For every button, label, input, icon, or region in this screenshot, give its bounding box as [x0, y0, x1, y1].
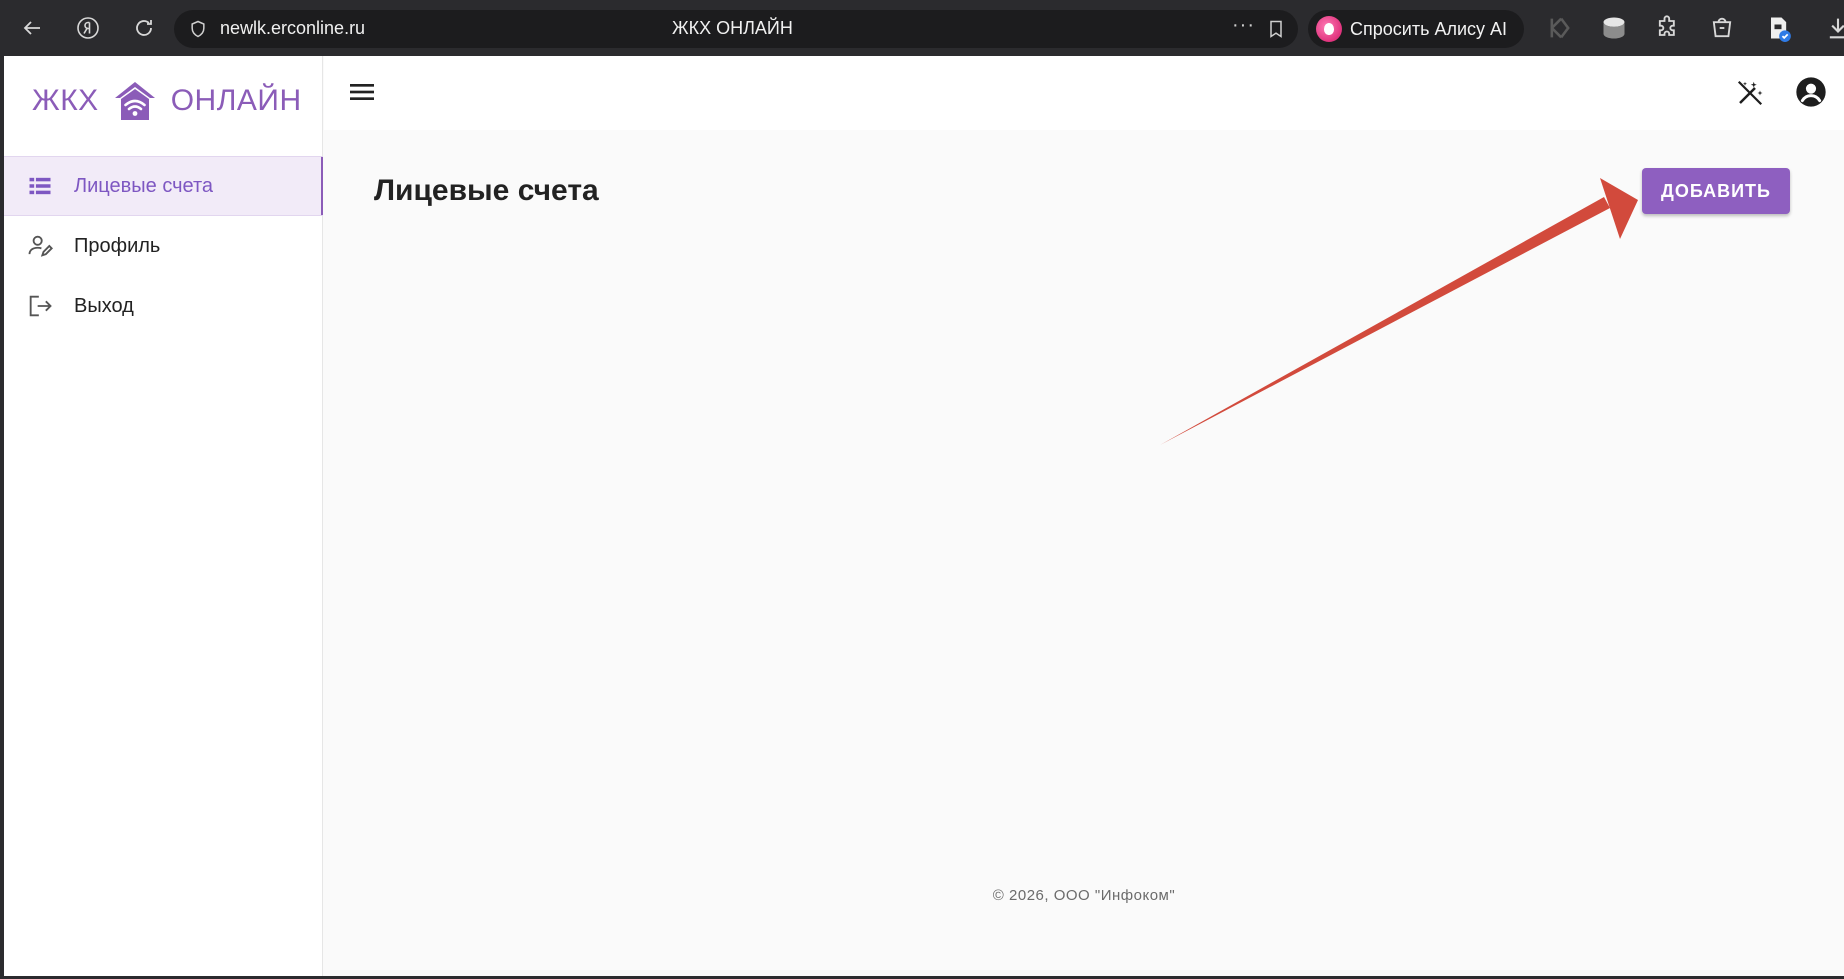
address-bar[interactable]: newlk.erconline.ru ЖКХ ОНЛАЙН ···: [174, 10, 1298, 48]
puzzle-icon: [1658, 15, 1675, 36]
app-logo[interactable]: ЖКХ ОНЛАЙН: [32, 78, 302, 124]
account-circle-icon: [1796, 77, 1826, 107]
alice-icon: [1316, 16, 1342, 42]
back-button[interactable]: [12, 8, 52, 48]
url-text[interactable]: newlk.erconline.ru: [220, 18, 365, 39]
download-icon: [1829, 18, 1844, 39]
person-edit-icon: [26, 232, 54, 260]
sidebar-item-label: Выход: [74, 294, 134, 317]
list-icon: [26, 172, 54, 200]
ask-alice-label: Спросить Алису AI: [1350, 18, 1508, 39]
reload-button[interactable]: [124, 8, 164, 48]
sidebar: ЖКХ ОНЛАЙН Лицевые счета Профиль Выход: [4, 56, 323, 976]
yandex-icon: [77, 17, 99, 39]
extension-k-button[interactable]: [1546, 14, 1574, 42]
arrow-left-icon: [23, 21, 40, 35]
footer-copyright: © 2026, ООО "Инфоком": [992, 887, 1176, 904]
logout-icon: [26, 292, 54, 320]
document-check-icon: [1771, 17, 1791, 42]
annotation-arrow-shaft: [1160, 197, 1610, 445]
document-extension-button[interactable]: [1764, 14, 1792, 42]
shield-icon: [191, 20, 205, 38]
hamburger-icon: [350, 84, 374, 100]
bookmark-icon[interactable]: [1266, 19, 1286, 39]
sidebar-item-label: Лицевые счета: [74, 174, 214, 197]
more-options-icon[interactable]: ···: [1232, 14, 1255, 37]
app-header: [324, 56, 1844, 130]
house-wifi-icon: [114, 82, 155, 120]
sidebar-item-label: Профиль: [74, 234, 161, 257]
yandex-button[interactable]: [68, 8, 108, 48]
app-page: ЖКХ ОНЛАЙН Лицевые счета Профиль Выход Л…: [4, 56, 1844, 976]
database-icon: [1603, 17, 1625, 39]
tab-title: ЖКХ ОНЛАЙН: [672, 18, 793, 38]
extension-disk-button[interactable]: [1600, 14, 1628, 42]
theme-toggle-button[interactable]: [1735, 78, 1765, 108]
sidebar-item-profile[interactable]: Профиль: [4, 216, 323, 276]
downloads-button[interactable]: [1824, 14, 1844, 42]
extensions-button[interactable]: [1654, 14, 1682, 42]
menu-button[interactable]: [346, 76, 378, 108]
add-account-button[interactable]: ДОБАВИТЬ: [1642, 168, 1790, 214]
annotation-arrow-head: [1600, 178, 1638, 239]
magic-wand-off-icon: [1737, 80, 1763, 106]
shopping-icon: [1712, 17, 1732, 38]
sidebar-item-accounts[interactable]: Лицевые счета: [4, 156, 323, 216]
browser-toolbar: newlk.erconline.ru ЖКХ ОНЛАЙН ··· Спроси…: [0, 0, 1844, 56]
logo-text-right: ОНЛАЙН: [170, 84, 302, 117]
account-button[interactable]: [1795, 76, 1827, 108]
sidebar-item-logout[interactable]: Выход: [4, 276, 323, 336]
reload-icon: [136, 20, 152, 36]
logo-text-left: ЖКХ: [32, 84, 99, 117]
shopping-extension-button[interactable]: [1708, 14, 1736, 42]
ask-alice-button[interactable]: Спросить Алису AI: [1308, 10, 1524, 48]
k-logo-icon: [1550, 17, 1570, 39]
page-title: Лицевые счета: [374, 174, 599, 207]
